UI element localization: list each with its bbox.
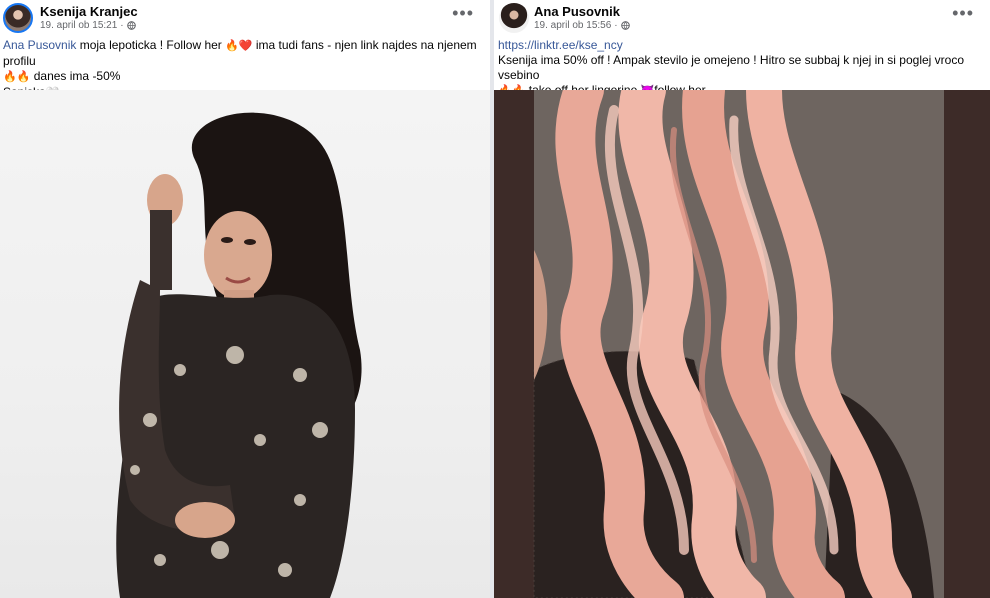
post-text-segment: moja lepoticka ! Follow her — [76, 38, 226, 52]
photo-icon — [116, 112, 362, 598]
fire-emoji: 🔥🔥 — [3, 71, 31, 83]
photo-icon — [494, 90, 990, 598]
author-name[interactable]: Ana Pusovnik — [534, 4, 620, 19]
linktree-link[interactable]: https://linktr.ee/kse_ncy — [498, 38, 623, 52]
globe-icon — [620, 21, 630, 30]
globe-icon — [126, 21, 136, 30]
mention-link[interactable]: Ana Pusovnik — [3, 38, 76, 52]
more-horizontal-icon[interactable]: ••• — [952, 4, 974, 22]
post-photo[interactable] — [494, 90, 990, 598]
post-text: https://linktr.ee/kse_ncy Ksenija ima 50… — [494, 36, 990, 97]
post-header: Ksenija Kranjec 19. april ob 15:21 · ••• — [0, 0, 490, 36]
post-meta: 19. april ob 15:21 · — [40, 20, 136, 31]
post-ksenija: Ksenija Kranjec 19. april ob 15:21 · •••… — [0, 0, 490, 598]
post-header: Ana Pusovnik 19. april ob 15:56 · ••• — [494, 0, 990, 36]
post-meta: 19. april ob 15:56 · — [534, 20, 630, 31]
author-avatar[interactable] — [499, 3, 529, 33]
post-ana: Ana Pusovnik 19. april ob 15:56 · ••• ht… — [494, 0, 990, 598]
post-text-line-2: 🔥🔥 danes ima -50% — [3, 69, 487, 85]
post-text-segment: danes ima -50% — [30, 69, 121, 83]
post-text-segment: Ksenija ima 50% off ! Ampak stevilo je o… — [498, 53, 965, 82]
post-photo[interactable] — [0, 90, 490, 598]
post-timestamp[interactable]: 19. april ob 15:21 — [40, 20, 117, 31]
post-timestamp[interactable]: 19. april ob 15:56 — [534, 20, 611, 31]
author-avatar[interactable] — [3, 3, 33, 33]
fire-heart-emoji: 🔥❤️ — [225, 40, 253, 52]
post-text-line-1: Ana Pusovnik moja lepoticka ! Follow her… — [3, 38, 487, 69]
author-name[interactable]: Ksenija Kranjec — [40, 4, 138, 19]
post-text-line-2: Ksenija ima 50% off ! Ampak stevilo je o… — [498, 53, 987, 83]
post-text: Ana Pusovnik moja lepoticka ! Follow her… — [0, 36, 490, 99]
more-horizontal-icon[interactable]: ••• — [452, 4, 474, 22]
post-text-line-1: https://linktr.ee/kse_ncy — [498, 38, 987, 53]
